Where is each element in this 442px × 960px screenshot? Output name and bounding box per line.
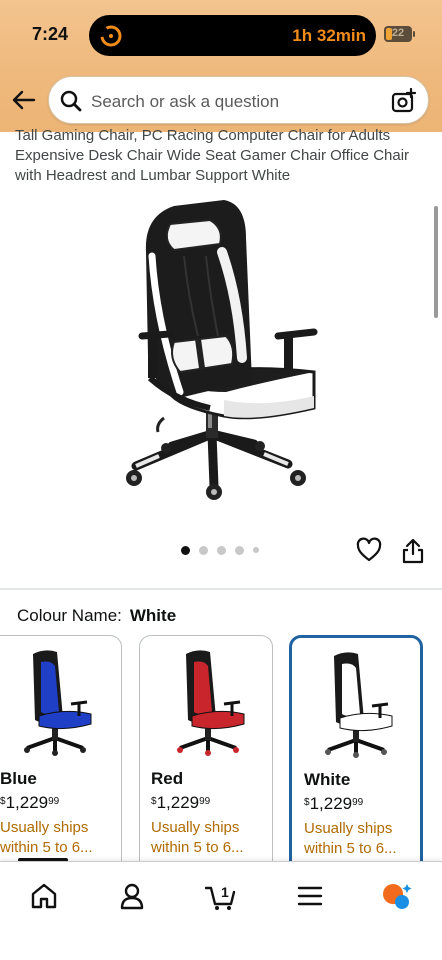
colour-selected-value: White — [129, 606, 177, 625]
variation-price: $1,22999 — [0, 793, 60, 812]
variation-shipping: Usually ships within 5 to 6... — [151, 819, 244, 856]
variation-image — [177, 650, 245, 756]
rufus-icon[interactable] — [380, 880, 412, 912]
status-time: 7:24 — [32, 24, 69, 44]
colour-label: Colour Name: — [17, 606, 122, 625]
back-arrow-icon[interactable] — [10, 86, 38, 114]
colour-selector-label: Colour Name: White — [17, 606, 176, 626]
heart-icon[interactable] — [356, 537, 382, 563]
carousel-dot[interactable] — [217, 545, 226, 555]
carousel-dot[interactable] — [199, 545, 208, 555]
product-title-line: Expensive Desk Chair Wide Seat Gamer Cha… — [15, 147, 410, 164]
variation-price: $1,22999 — [151, 793, 211, 812]
dynamic-island[interactable]: 1h 32min — [89, 15, 376, 56]
carousel-dot[interactable] — [235, 545, 244, 555]
camera-search-icon[interactable] — [391, 88, 417, 114]
variation-image — [24, 650, 92, 756]
carousel-dot[interactable] — [253, 547, 259, 553]
product-title-line: with Headrest and Lumbar Support White — [15, 167, 291, 184]
menu-icon[interactable] — [294, 880, 326, 912]
battery-nub — [413, 31, 415, 37]
home-icon[interactable] — [28, 880, 60, 912]
image-carousel-dots[interactable] — [181, 545, 259, 555]
variation-card-blue[interactable]: Blue $1,22999 Usually ships within 5 to 6… — [0, 635, 122, 875]
scrollbar[interactable] — [434, 206, 438, 318]
carousel-dot-active[interactable] — [181, 545, 190, 555]
timer-ring-icon — [100, 25, 122, 47]
search-icon — [60, 90, 82, 112]
search-bar[interactable]: Search or ask a question — [48, 76, 429, 124]
battery-icon: 22 — [384, 26, 412, 42]
variation-shipping: Usually ships within 5 to 6... — [304, 820, 397, 857]
variation-card-white[interactable]: White $1,22999 Usually ships within 5 to … — [289, 635, 423, 875]
search-input[interactable]: Search or ask a question — [91, 92, 279, 112]
cart-icon[interactable]: 1 — [204, 880, 238, 912]
variation-price: $1,22999 — [304, 794, 364, 813]
variation-name: Blue — [0, 769, 37, 788]
battery-level: 22 — [391, 27, 405, 39]
share-icon[interactable] — [402, 538, 424, 564]
bottom-nav: 1 — [0, 861, 442, 960]
divider — [0, 588, 442, 590]
product-image[interactable] — [114, 186, 330, 506]
variation-card-red[interactable]: Red $1,22999 Usually ships within 5 to 6.… — [139, 635, 273, 875]
variation-name: White — [304, 770, 351, 789]
activity-timer: 1h 32min — [292, 26, 366, 45]
header-area: 7:24 1h 32min 22 Search or ask a questio… — [0, 0, 442, 132]
product-title: Tall Gaming Chair, PC Racing Computer Ch… — [15, 126, 430, 188]
variation-shipping: Usually ships within 5 to 6... — [0, 819, 93, 856]
product-title-line: Tall Gaming Chair, PC Racing Computer Ch… — [15, 127, 391, 144]
variation-image — [325, 652, 393, 758]
variation-name: Red — [151, 769, 184, 788]
account-icon[interactable] — [116, 880, 148, 912]
cart-count: 1 — [221, 884, 229, 900]
